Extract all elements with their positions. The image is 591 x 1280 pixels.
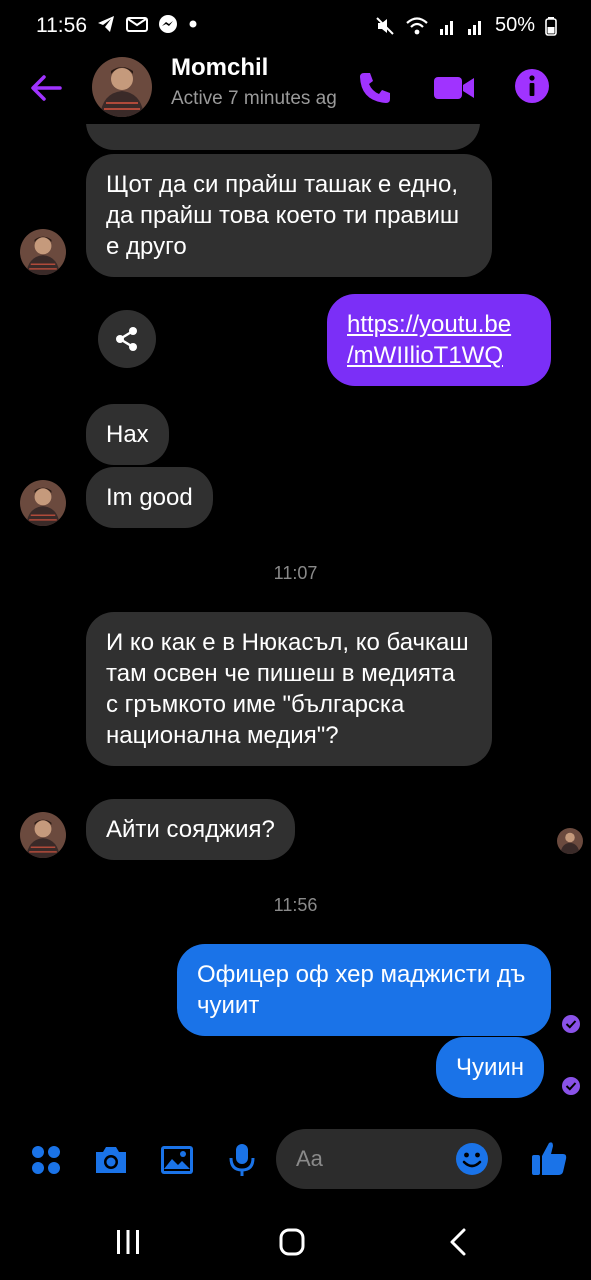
message-bubble-partial[interactable] (86, 124, 480, 150)
messenger-icon (159, 15, 177, 33)
telegram-icon (98, 16, 114, 32)
status-bar: 11:56 50% (0, 0, 591, 54)
share-button[interactable] (98, 310, 156, 368)
contact-name[interactable]: Momchil (171, 54, 268, 82)
message-text: Im good (106, 484, 193, 511)
gallery-icon[interactable] (159, 1142, 195, 1178)
link-message-outgoing[interactable]: https://youtu.be /mWIIlioT1WQ (327, 294, 551, 386)
message-list[interactable]: Щот да си прайш ташак е едно, да прайш т… (0, 124, 591, 1124)
message-incoming[interactable]: Hax (86, 404, 169, 465)
battery-percent: 50% (494, 14, 535, 36)
sender-avatar[interactable] (20, 229, 66, 275)
emoji-icon[interactable] (454, 1141, 490, 1177)
message-text: Айти сояджия? (106, 816, 275, 843)
back-arrow-icon[interactable] (26, 68, 66, 108)
info-icon[interactable] (512, 66, 552, 106)
link-text-line1[interactable]: https://youtu.be (347, 311, 511, 338)
phone-call-icon[interactable] (355, 68, 395, 108)
status-time: 11:56 (36, 14, 87, 37)
seen-avatar (557, 828, 583, 854)
system-navigation-bar (0, 1200, 591, 1280)
message-composer (0, 1124, 591, 1200)
message-input-container[interactable] (276, 1129, 502, 1189)
sender-avatar[interactable] (20, 480, 66, 526)
message-input[interactable] (296, 1143, 446, 1175)
home-icon[interactable] (272, 1226, 312, 1258)
sender-avatar[interactable] (20, 812, 66, 858)
message-incoming[interactable]: Im good (86, 467, 213, 528)
message-incoming[interactable]: Айти сояджия? (86, 799, 295, 860)
signal-icon-2 (467, 20, 481, 35)
message-incoming[interactable]: И ко как е в Нюкасъл, ко бачкаш там осве… (86, 612, 492, 766)
active-status: Active 7 minutes ago (171, 88, 336, 109)
message-text: Hax (106, 421, 149, 448)
message-outgoing[interactable]: Чуиин (436, 1037, 545, 1098)
video-call-icon[interactable] (432, 68, 476, 108)
share-icon (116, 327, 137, 351)
message-text: Щот да си прайш ташак е едно, да прайш т… (106, 171, 460, 260)
recent-apps-icon[interactable] (108, 1226, 148, 1258)
message-text: Чуиин (456, 1054, 525, 1081)
mail-icon (126, 17, 148, 32)
notification-icons (96, 14, 198, 34)
more-apps-icon[interactable] (28, 1142, 64, 1178)
delivered-check-icon (562, 1015, 580, 1033)
chat-header: Momchil Active 7 minutes ago (0, 54, 591, 124)
system-icons: 50% (375, 14, 557, 37)
mute-icon (376, 16, 394, 35)
back-nav-icon[interactable] (440, 1226, 480, 1258)
camera-icon[interactable] (93, 1142, 129, 1178)
dot-icon (189, 20, 197, 28)
timestamp: 11:56 (273, 895, 318, 915)
thumbs-up-icon[interactable] (530, 1138, 568, 1178)
timestamp: 11:07 (273, 563, 318, 583)
wifi-icon (406, 16, 428, 34)
contact-avatar[interactable] (92, 57, 152, 117)
microphone-icon[interactable] (224, 1142, 260, 1178)
message-outgoing[interactable]: Офицер оф хер маджисти дъ чуиит (177, 944, 551, 1036)
message-text: Офицер оф хер маджисти дъ чуиит (197, 961, 526, 1019)
battery-icon (545, 16, 557, 36)
delivered-check-icon (562, 1077, 580, 1095)
message-incoming[interactable]: Щот да си прайш ташак е едно, да прайш т… (86, 154, 492, 277)
message-text: И ко как е в Нюкасъл, ко бачкаш там осве… (106, 629, 469, 749)
link-text-line2[interactable]: /mWIIlioT1WQ (347, 342, 503, 369)
signal-icon (439, 20, 453, 35)
